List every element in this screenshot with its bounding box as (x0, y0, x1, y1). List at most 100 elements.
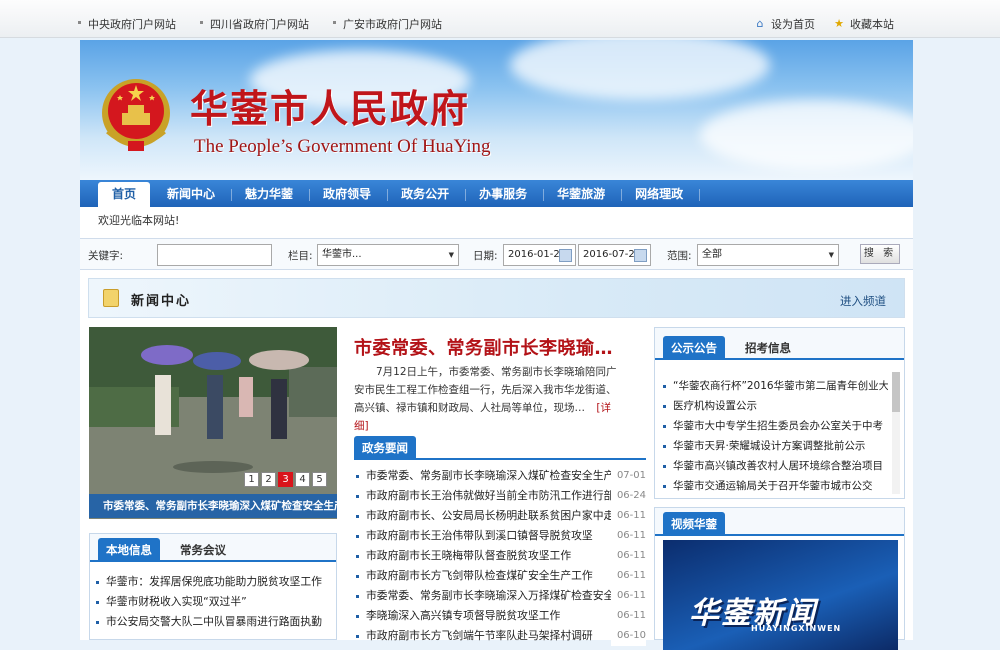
slide-page-1[interactable]: 1 (244, 472, 259, 487)
nav-item-leaders[interactable]: 政府领导 (310, 182, 389, 207)
list-item[interactable]: 李晓瑜深入高兴镇专项督导脱贫攻坚工作 06-11 (350, 606, 646, 626)
main-nav: 首页 新闻中心 魅力华蓥 政府领导 政务公开 办事服务 华蓥旅游 网络理政 (80, 180, 913, 207)
keyword-label: 关键字: (88, 250, 124, 262)
list-item[interactable]: 华蓥市交通运输局关于召开华蓥市城市公交 (655, 476, 888, 496)
list-item[interactable]: 市政府副市长方飞剑带队检查煤矿安全生产工作 06-11 (350, 566, 646, 586)
list-item[interactable]: 市政府副市长王治伟就做好当前全市防汛工作进行部署 06-24 (350, 486, 646, 506)
notice-scrollbar-thumb[interactable] (892, 372, 900, 412)
scope-select[interactable]: 全部 (697, 244, 839, 266)
top-link-central-gov[interactable]: 中央政府门户网站 (78, 16, 176, 32)
date-label: 日期: (473, 250, 498, 262)
tab-notices[interactable]: 公示公告 (663, 336, 725, 360)
list-item[interactable]: 市政府副市长王晓梅带队督查脱贫攻坚工作 06-11 (350, 546, 646, 566)
headline-title[interactable]: 市委常委、常务副市长李晓瑜… (354, 334, 613, 360)
list-item[interactable]: 市政府副市长、公安局局长杨明赴联系贫困户家中走访 06-11 (350, 506, 646, 526)
list-item[interactable]: 华蓥市高兴镇改善农村人居环境综合整治项目 (655, 456, 888, 476)
top-link-sichuan-gov[interactable]: 四川省政府门户网站 (200, 16, 309, 32)
list-item[interactable]: 华蓥市：发挥居保兜底功能助力脱贫攻坚工作 (90, 572, 336, 592)
slide-page-2[interactable]: 2 (261, 472, 276, 487)
national-emblem-icon (102, 79, 170, 151)
date-from-input[interactable]: 2016-01-22 (503, 244, 576, 266)
list-item[interactable]: 华蓥市天昇·荣耀城设计方案调整批前公示 (655, 436, 888, 456)
set-home-link[interactable]: ⌂ 设为首页 (754, 16, 816, 32)
list-item-title: 市政府副市长王治伟就做好当前全市防汛工作进行部署 (366, 489, 626, 502)
video-thumbnail[interactable]: 华蓥新闻 HUAYINGXINWEN (663, 540, 898, 650)
list-item-date: 06-11 (610, 506, 646, 526)
list-item-title: 市委常委、常务副市长李晓瑜深入煤矿检查安全生产 (366, 469, 615, 482)
list-item[interactable]: 华蓥市财税收入实现“双过半” (90, 592, 336, 612)
slideshow-caption[interactable]: 市委常委、常务副市长李晓瑜深入煤矿检查安全生产 (89, 494, 337, 518)
video-tabs: 视频华蓥 (655, 508, 904, 536)
list-item[interactable]: 市公安局交警大队二中队冒暴雨进行路面执勤 (90, 612, 336, 632)
slide-page-4[interactable]: 4 (295, 472, 310, 487)
bookmark-link[interactable]: ★ 收藏本站 (833, 16, 894, 32)
list-item-title: 市政府副市长、公安局局长杨明赴联系贫困户家中走访 (366, 509, 626, 522)
keyword-input[interactable] (157, 244, 272, 266)
column-select-value: 华蓥市... (322, 249, 362, 260)
column-select[interactable]: 华蓥市... (317, 244, 459, 266)
gov-affairs-header: 政务要闻 (354, 436, 646, 460)
list-item-date: 07-01 (610, 466, 646, 486)
bookmark-label: 收藏本站 (850, 18, 894, 31)
headline-summary-text: 7月12日上午，市委常委、常务副市长李晓瑜陪同广安市民生工程工作检查组一行，先后… (354, 366, 617, 414)
local-info-panel: 本地信息 常务会议 华蓥市：发挥居保兜底功能助力脱贫攻坚工作 华蓥市财税收入实现… (89, 533, 337, 640)
search-button[interactable]: 搜 索 (860, 244, 900, 264)
nav-item-news[interactable]: 新闻中心 (154, 182, 233, 207)
slideshow-pager: 1 2 3 4 5 (242, 472, 327, 487)
site-subtitle: The People’s Government Of HuaYing (194, 136, 491, 157)
video-subtitle: HUAYINGXINWEN (751, 624, 842, 633)
list-item[interactable]: 医疗机构设置公示 (655, 396, 888, 416)
top-links: 中央政府门户网站 四川省政府门户网站 广安市政府门户网站 (78, 16, 466, 32)
notice-panel: 公示公告 招考信息 “华蓥农商行杯”2016华蓥市第二届青年创业大赛 医疗机构设… (654, 327, 905, 499)
cloud-decoration (700, 100, 913, 170)
date-to-value: 2016-07-20 (583, 249, 642, 260)
home-icon: ⌂ (756, 17, 764, 30)
nav-item-gov-affairs[interactable]: 政务公开 (388, 182, 467, 207)
list-item-date: 06-24 (610, 486, 646, 506)
list-item-date: 06-11 (610, 546, 646, 566)
tab-local-info[interactable]: 本地信息 (98, 538, 160, 562)
notice-tabs: 公示公告 招考信息 (655, 328, 904, 360)
nav-item-tourism[interactable]: 华蓥旅游 (544, 182, 623, 207)
enter-channel-link[interactable]: 进入频道 (840, 293, 886, 309)
list-item-title: 市委常委、常务副市长李晓瑜深入万择煤矿检查安全生产 (366, 589, 636, 602)
site-title: 华蓥市人民政府 (190, 89, 471, 131)
list-item[interactable]: 市政府副市长方飞剑端午节率队赴马架择村调研 06-10 (350, 626, 646, 646)
slideshow-image[interactable] (89, 327, 337, 519)
list-item-date: 06-11 (610, 606, 646, 626)
list-item[interactable]: 华蓥市大中专学生招生委员会办公室关于中考 (655, 416, 888, 436)
news-center-title: 新闻中心 (131, 294, 192, 309)
notice-list: “华蓥农商行杯”2016华蓥市第二届青年创业大赛 医疗机构设置公示 华蓥市大中专… (655, 376, 904, 496)
list-item-title: 市政府副市长王治伟带队到溪口镇督导脱贫攻坚 (366, 529, 593, 542)
cloud-decoration (510, 40, 770, 100)
list-item[interactable]: 市政府副市长王治伟带队到溪口镇督导脱贫攻坚 06-11 (350, 526, 646, 546)
slideshow-photo (89, 327, 337, 519)
nav-item-charm[interactable]: 魅力华蓥 (232, 182, 311, 207)
date-to-input[interactable]: 2016-07-20 (578, 244, 651, 266)
nav-item-services[interactable]: 办事服务 (466, 182, 545, 207)
scope-label: 范围: (667, 250, 692, 262)
date-from-value: 2016-01-22 (508, 249, 567, 260)
notepad-icon (103, 289, 119, 307)
top-bar: 中央政府门户网站 四川省政府门户网站 广安市政府门户网站 ⌂ 设为首页 ★ 收藏… (0, 0, 1000, 38)
tab-video[interactable]: 视频华蓥 (663, 512, 725, 536)
list-item[interactable]: “华蓥农商行杯”2016华蓥市第二届青年创业大赛 (655, 376, 888, 396)
search-bar: 关键字: 栏目: 华蓥市... 日期: 2016-01-22 2016-07-2… (80, 238, 913, 270)
page-container: 华蓥市人民政府 The People’s Government Of HuaYi… (80, 40, 913, 650)
column-label: 栏目: (288, 250, 313, 262)
list-item-title: 市政府副市长王晓梅带队督查脱贫攻坚工作 (366, 549, 572, 562)
tab-executive-meetings[interactable]: 常务会议 (172, 538, 234, 562)
list-item-title: 李晓瑜深入高兴镇专项督导脱贫攻坚工作 (366, 609, 561, 622)
scope-select-value: 全部 (702, 249, 722, 260)
top-link-guangan-gov[interactable]: 广安市政府门户网站 (333, 16, 442, 32)
slide-page-5[interactable]: 5 (312, 472, 327, 487)
top-right-links: ⌂ 设为首页 ★ 收藏本站 (736, 16, 895, 32)
list-item[interactable]: 市委常委、常务副市长李晓瑜深入万择煤矿检查安全生产 06-11 (350, 586, 646, 606)
tab-recruitment[interactable]: 招考信息 (737, 336, 799, 360)
nav-item-online-gov[interactable]: 网络理政 (622, 182, 701, 207)
tab-gov-affairs[interactable]: 政务要闻 (354, 436, 416, 460)
nav-item-home[interactable]: 首页 (98, 182, 151, 207)
list-item[interactable]: 市委常委、常务副市长李晓瑜深入煤矿检查安全生产 07-01 (350, 466, 646, 486)
slide-page-3[interactable]: 3 (278, 472, 293, 487)
local-info-list: 华蓥市：发挥居保兜底功能助力脱贫攻坚工作 华蓥市财税收入实现“双过半” 市公安局… (90, 572, 336, 632)
